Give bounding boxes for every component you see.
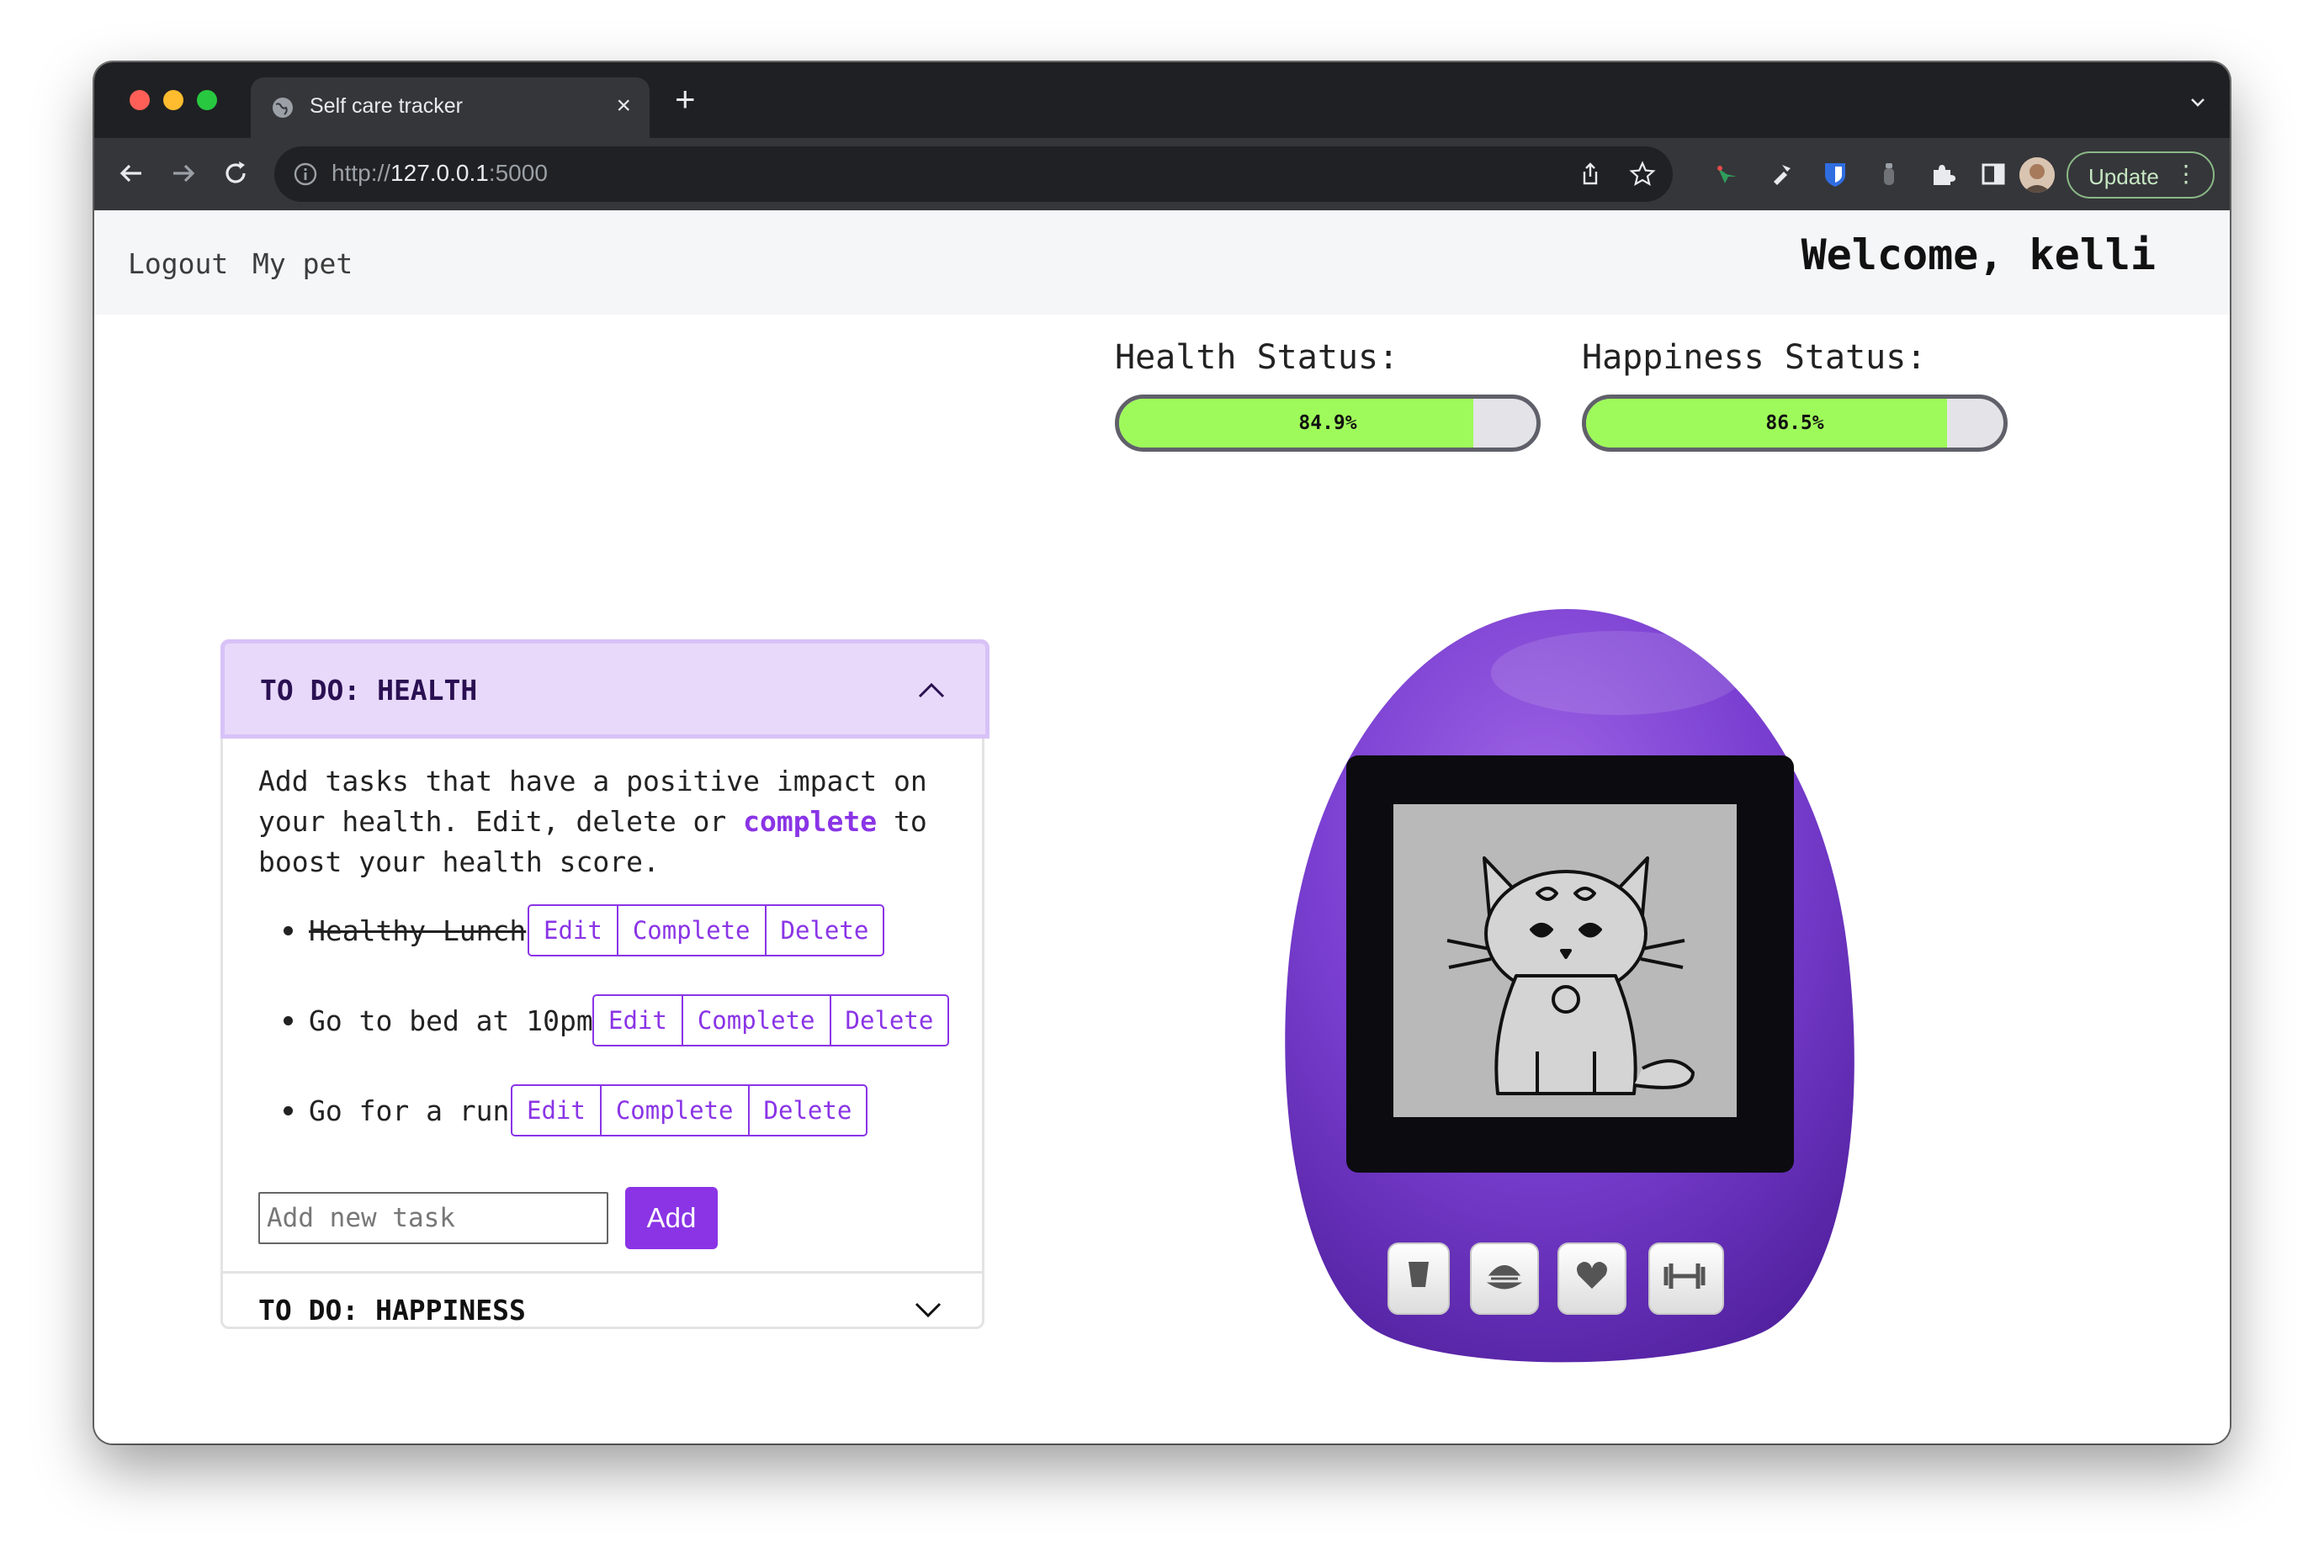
edit-button[interactable]: Edit bbox=[529, 906, 618, 955]
hummingbird-extension-icon[interactable] bbox=[1713, 160, 1742, 188]
bullet bbox=[284, 926, 293, 935]
site-header: Logout My pet Welcome, kelli bbox=[94, 210, 2230, 315]
star-icon[interactable] bbox=[1629, 161, 1656, 188]
happiness-status-value: 86.5% bbox=[1765, 412, 1824, 434]
back-icon[interactable] bbox=[114, 156, 148, 190]
welcome-heading: Welcome, kelli bbox=[1801, 230, 2156, 279]
url-scheme: http:// bbox=[332, 160, 391, 186]
todo-happiness-header[interactable]: TO DO: HAPPINESS bbox=[258, 1294, 526, 1327]
task-actions: Edit Complete Delete bbox=[511, 1084, 868, 1136]
chevron-up-icon[interactable] bbox=[915, 674, 948, 707]
delete-button[interactable]: Delete bbox=[767, 906, 883, 955]
todo-health-title: TO DO: HEALTH bbox=[260, 674, 478, 707]
happiness-status-label: Happiness Status: bbox=[1582, 338, 1927, 377]
accordion-divider bbox=[223, 1271, 982, 1274]
health-status-label: Health Status: bbox=[1115, 338, 1399, 377]
maximize-window-button[interactable] bbox=[197, 90, 217, 110]
todo-health-header[interactable]: TO DO: HEALTH bbox=[220, 639, 990, 739]
bullet bbox=[284, 1016, 293, 1025]
url-port: :5000 bbox=[488, 160, 548, 186]
browser-window: Self care tracker × + http://127.0.0.1:5… bbox=[94, 62, 2230, 1444]
url-text: http://127.0.0.1:5000 bbox=[332, 160, 548, 187]
complete-button[interactable]: Complete bbox=[602, 1086, 750, 1135]
profile-avatar[interactable] bbox=[2019, 157, 2055, 193]
todo-accordion: TO DO: HEALTH Add tasks that have a posi… bbox=[220, 639, 990, 1329]
drink-icon bbox=[1409, 1262, 1429, 1287]
chevron-down-icon[interactable] bbox=[911, 1293, 945, 1327]
chevron-down-icon[interactable] bbox=[2189, 94, 2206, 111]
new-task-input[interactable] bbox=[258, 1192, 608, 1244]
bottle-extension-icon[interactable] bbox=[1875, 160, 1903, 188]
person-icon bbox=[2019, 157, 2055, 193]
edit-button[interactable]: Edit bbox=[512, 1086, 602, 1135]
edit-button[interactable]: Edit bbox=[594, 996, 683, 1045]
reload-icon[interactable] bbox=[219, 156, 252, 190]
health-status-value: 84.9% bbox=[1298, 412, 1357, 434]
kebab-menu-icon[interactable]: ⋮ bbox=[2174, 161, 2198, 188]
health-status-bar: 84.9% bbox=[1115, 395, 1541, 452]
exercise-button[interactable] bbox=[1648, 1242, 1724, 1315]
sidebar-icon[interactable] bbox=[1979, 160, 2008, 188]
task-text: Go to bed at 10pm bbox=[309, 1004, 593, 1037]
task-text: Go for a run bbox=[309, 1094, 510, 1127]
share-icon[interactable] bbox=[1577, 161, 1604, 188]
pet-device bbox=[1285, 609, 1854, 1363]
web-page: Logout My pet Welcome, kelli Health Stat… bbox=[94, 210, 2230, 1444]
task-actions: Edit Complete Delete bbox=[528, 904, 885, 956]
globe-icon bbox=[273, 98, 293, 118]
bitwarden-shield-icon[interactable] bbox=[1821, 160, 1849, 188]
bullet bbox=[284, 1106, 293, 1115]
complete-button[interactable]: Complete bbox=[618, 906, 767, 955]
add-task-button[interactable]: Add bbox=[625, 1187, 718, 1249]
happiness-status-bar: 86.5% bbox=[1582, 395, 2008, 452]
new-tab-button[interactable]: + bbox=[675, 81, 696, 118]
task-text: Healthy Lunch bbox=[309, 914, 527, 947]
forward-icon[interactable] bbox=[167, 156, 200, 190]
address-bar[interactable]: http://127.0.0.1:5000 bbox=[274, 146, 1673, 202]
browser-tab[interactable]: Self care tracker × bbox=[251, 77, 650, 138]
task-actions: Edit Complete Delete bbox=[592, 994, 950, 1046]
delete-button[interactable]: Delete bbox=[831, 996, 948, 1045]
delete-button[interactable]: Delete bbox=[750, 1086, 867, 1135]
my-pet-link[interactable]: My pet bbox=[252, 247, 353, 280]
complete-button[interactable]: Complete bbox=[683, 996, 831, 1045]
logout-link[interactable]: Logout bbox=[128, 247, 228, 280]
puzzle-icon[interactable] bbox=[1929, 160, 1957, 188]
tool-extension-icon[interactable] bbox=[1767, 160, 1796, 188]
browser-toolbar: http://127.0.0.1:5000 Update ⋮ bbox=[94, 138, 2230, 210]
update-button[interactable]: Update ⋮ bbox=[2067, 151, 2215, 199]
close-tab-icon[interactable]: × bbox=[616, 91, 631, 121]
minimize-window-button[interactable] bbox=[163, 90, 183, 110]
info-icon[interactable] bbox=[293, 162, 318, 187]
url-host: 127.0.0.1 bbox=[390, 160, 489, 186]
close-window-button[interactable] bbox=[130, 90, 150, 110]
todo-health-description: Add tasks that have a positive impact on… bbox=[258, 761, 948, 882]
tab-title: Self care tracker bbox=[310, 94, 464, 118]
update-label: Update bbox=[2088, 164, 2159, 189]
egg-highlight bbox=[1491, 631, 1743, 715]
tab-bar: Self care tracker × + bbox=[94, 62, 2230, 138]
description-highlight: complete bbox=[743, 805, 878, 838]
